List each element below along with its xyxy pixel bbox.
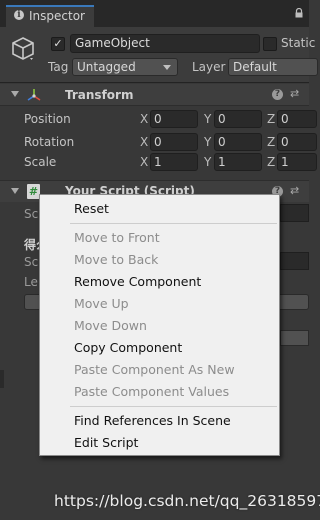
axis-z-label[interactable]: Z <box>267 112 275 126</box>
position-z-field[interactable]: 0 <box>277 110 317 128</box>
axis-y-label[interactable]: Y <box>204 135 211 149</box>
rotation-z-field[interactable]: 0 <box>277 133 317 151</box>
axis-z-label[interactable]: Z <box>267 155 275 169</box>
edge-field <box>0 370 4 388</box>
foldout-arrow-icon[interactable] <box>11 188 19 194</box>
script-field-label: Sc <box>24 207 39 221</box>
object-header: ✓ GameObject Static Tag Untagged Layer D… <box>0 27 318 83</box>
menu-item-find-references[interactable]: Find References In Scene <box>74 413 231 428</box>
field-label: Le <box>24 275 38 289</box>
layer-label: Layer <box>192 60 226 74</box>
tag-label: Tag <box>48 60 69 74</box>
component-context-menu: Reset Move to Front Move to Back Remove … <box>39 194 280 456</box>
menu-item-move-up[interactable]: Move Up <box>74 296 129 311</box>
settings-icon[interactable]: ⇄ <box>290 184 299 197</box>
static-label: Static <box>281 36 316 50</box>
rotation-x-field[interactable]: 0 <box>150 133 198 151</box>
menu-item-reset[interactable]: Reset <box>74 201 109 216</box>
foldout-arrow-icon[interactable] <box>11 91 19 97</box>
menu-item-remove-component[interactable]: Remove Component <box>74 274 201 289</box>
tab-inspector[interactable]: i Inspector <box>6 5 94 27</box>
menu-separator <box>70 406 277 407</box>
axis-x-label[interactable]: X <box>140 155 148 169</box>
position-x-field[interactable]: 0 <box>150 110 198 128</box>
scale-z-field[interactable]: 1 <box>277 153 317 171</box>
watermark-text: https://blog.csdn.net/qq_26318597 <box>54 492 320 510</box>
object-name-field[interactable]: GameObject <box>70 34 260 53</box>
menu-item-edit-script[interactable]: Edit Script <box>74 435 138 450</box>
scale-y-field[interactable]: 1 <box>214 153 262 171</box>
static-checkbox[interactable] <box>263 37 277 51</box>
settings-icon[interactable]: ⇄ <box>290 87 299 100</box>
info-icon: i <box>14 10 24 20</box>
lock-icon[interactable] <box>294 8 304 18</box>
side-button[interactable] <box>280 330 309 346</box>
active-checkbox[interactable]: ✓ <box>51 37 65 51</box>
menu-separator <box>70 223 277 224</box>
position-label: Position <box>24 112 71 126</box>
chevron-down-icon <box>163 65 171 70</box>
tab-label: Inspector <box>29 9 85 23</box>
menu-item-paste-component-as-new[interactable]: Paste Component As New <box>74 362 235 377</box>
scale-label: Scale <box>24 155 57 169</box>
cube-icon[interactable] <box>10 36 36 62</box>
rotation-label: Rotation <box>24 135 75 149</box>
position-y-field[interactable]: 0 <box>214 110 262 128</box>
menu-item-paste-component-values[interactable]: Paste Component Values <box>74 384 229 399</box>
axis-y-label[interactable]: Y <box>204 112 211 126</box>
field-label: Sc <box>24 255 39 269</box>
field-input[interactable] <box>280 252 309 270</box>
tag-dropdown[interactable]: Untagged <box>72 58 178 76</box>
transform-component-header[interactable]: Transform ? ⇄ <box>0 84 309 106</box>
transform-title: Transform <box>65 88 134 102</box>
tab-bar: i Inspector <box>0 0 309 27</box>
menu-item-move-down[interactable]: Move Down <box>74 318 147 333</box>
axis-x-label[interactable]: X <box>140 135 148 149</box>
axis-y-label[interactable]: Y <box>204 155 211 169</box>
transform-gizmo-icon <box>27 89 41 101</box>
rotation-y-field[interactable]: 0 <box>214 133 262 151</box>
menu-item-move-to-front[interactable]: Move to Front <box>74 230 160 245</box>
axis-x-label[interactable]: X <box>140 112 148 126</box>
menu-item-move-to-back[interactable]: Move to Back <box>74 252 158 267</box>
scale-x-field[interactable]: 1 <box>150 153 198 171</box>
layer-dropdown[interactable]: Default <box>228 58 318 76</box>
tag-value: Untagged <box>77 60 136 74</box>
axis-z-label[interactable]: Z <box>267 135 275 149</box>
menu-item-copy-component[interactable]: Copy Component <box>74 340 182 355</box>
help-icon[interactable]: ? <box>272 89 283 100</box>
script-field[interactable] <box>280 204 309 222</box>
layer-value: Default <box>233 60 277 74</box>
